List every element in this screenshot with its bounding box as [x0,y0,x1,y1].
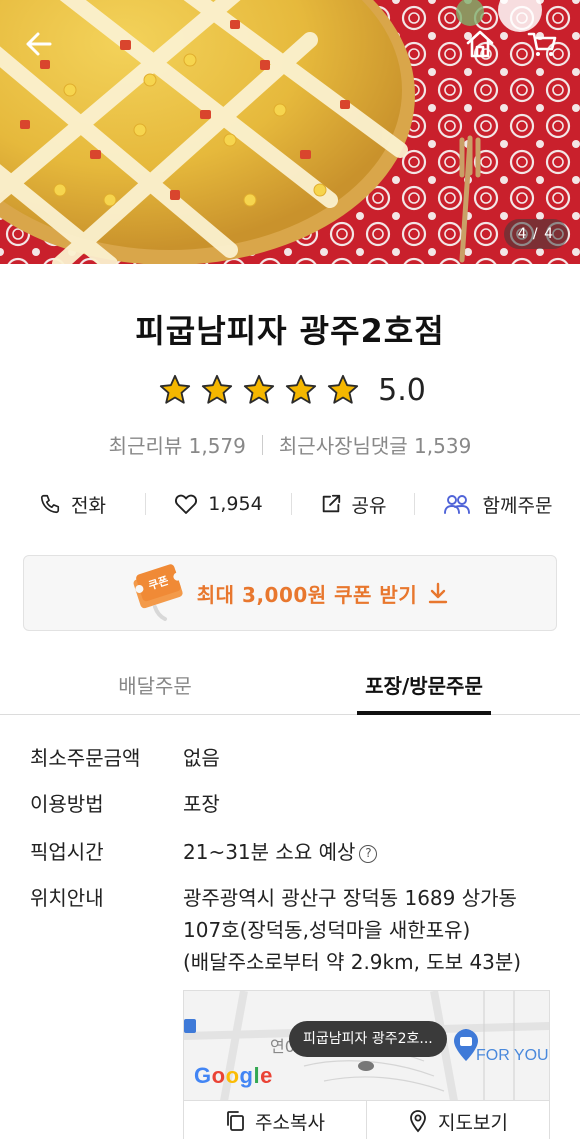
copy-address-label: 주소복사 [255,1111,325,1134]
star-icon [202,374,233,404]
image-page-indicator: 4 / 4 [503,219,568,249]
address-line-1: 광주광역시 광산구 장덕동 1689 상가동 [183,886,517,910]
min-order-row: 최소주문금액 없음 [30,742,560,774]
call-label: 전화 [71,494,106,517]
map-action-bar: 주소복사 지도보기 [183,1100,550,1139]
rating-score: 5.0 [378,372,426,408]
view-map-label: 지도보기 [438,1111,508,1134]
location-pin-icon [410,1110,426,1133]
address-line-2: 107호(장덕동,성덕마을 새한포유) [183,918,471,942]
method-value: 포장 [183,792,220,816]
owner-replies-count[interactable]: 최근사장님댓글 1,539 [279,430,471,459]
store-hero-image[interactable]: 4 / 4 [0,0,580,264]
star-rating [154,373,364,407]
map-place-label: FOR YOU [476,1047,549,1064]
cart-button[interactable] [522,24,562,64]
group-order-button[interactable]: 함께주문 [415,484,580,524]
location-label: 위치안내 [30,886,104,910]
pickup-time-value-wrap: 21~31분 소요 예상? [183,836,378,868]
view-map-button[interactable]: 지도보기 [366,1101,549,1139]
cart-icon [527,32,557,56]
star-icon [286,374,317,404]
star-icon [160,374,191,404]
like-count: 1,954 [208,493,263,515]
back-button[interactable] [18,24,58,64]
star-icon [244,374,275,404]
share-button[interactable]: 공유 [292,484,414,524]
group-people-icon [443,495,470,514]
group-order-label: 함께주문 [482,494,553,517]
order-type-tabs: 배달주문 포장/방문주문 [0,660,580,715]
back-arrow-icon [26,32,52,56]
download-arrow-icon [429,582,448,604]
rating-row[interactable]: 5.0 [0,368,580,412]
share-label: 공유 [351,494,387,517]
coupon-ticket-icon: 쿠폰 [133,564,183,621]
tab-pickup[interactable]: 포장/방문주문 [357,660,491,715]
store-name: 피굽남피자 광주2호점 [135,312,445,350]
review-summary: 최근리뷰 1,579 최근사장님댓글 1,539 [0,430,580,459]
location-row: 위치안내 광주광역시 광산구 장덕동 1689 상가동 107호(장덕동,성덕마… [30,882,560,978]
call-button[interactable]: 전화 [0,484,145,524]
coupon-download-button[interactable]: 쿠폰 최대 3,000원 쿠폰 받기 [23,555,557,631]
copy-icon [227,1111,244,1131]
method-label: 이용방법 [30,792,104,816]
store-location-map[interactable]: 연0 피굽남피자 광주2호... Google FOR YOU [183,990,550,1100]
recent-reviews-count[interactable]: 최근리뷰 1,579 [109,430,246,459]
store-action-bar: 전화 1,954 공유 함께주문 [0,484,580,524]
location-value: 광주광역시 광산구 장덕동 1689 상가동 107호(장덕동,성덕마을 새한포… [183,882,521,978]
copy-address-button[interactable]: 주소복사 [184,1101,366,1139]
pickup-time-value: 21~31분 소요 예상 [183,840,356,864]
share-icon [322,494,340,513]
distance-info: (배달주소로부터 약 2.9km, 도보 43분) [183,950,522,974]
min-order-value: 없음 [183,746,220,770]
question-mark-icon[interactable]: ? [359,845,378,863]
google-logo: Google [194,1063,273,1088]
map-pin-label: 피굽남피자 광주2호... [289,1021,447,1057]
divider [261,434,263,455]
pickup-time-row: 픽업시간 21~31분 소요 예상? [30,836,560,868]
phone-icon [40,494,60,514]
home-button[interactable] [460,24,500,64]
star-icon [328,374,359,404]
home-icon [466,30,494,58]
heart-icon [175,494,198,514]
method-row: 이용방법 포장 [30,788,560,820]
like-button[interactable]: 1,954 [146,484,291,524]
coupon-label: 최대 3,000원 쿠폰 받기 [196,582,418,607]
min-order-label: 최소주문금액 [30,746,141,770]
pickup-time-label: 픽업시간 [30,840,104,864]
tab-delivery[interactable]: 배달주문 [60,660,250,715]
